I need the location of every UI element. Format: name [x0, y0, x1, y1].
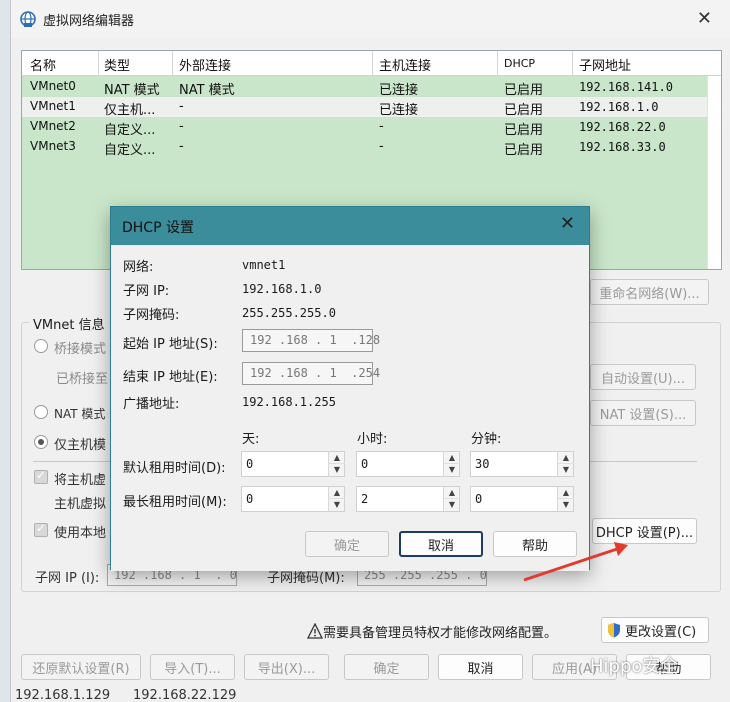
rename-network-button[interactable]: 重命名网络(W)... [590, 279, 709, 305]
default-lease-label: 默认租用时间(D): [123, 461, 226, 476]
dialog-body: 网络: vmnet1 子网 IP: 192.168.1.0 子网掩码: 255.… [111, 245, 589, 571]
minutes-header: 分钟: [471, 432, 502, 447]
col-header-subnet[interactable]: 子网地址 [579, 55, 631, 74]
import-button[interactable]: 导入(T)... [150, 654, 235, 680]
change-settings-button[interactable]: 更改设置(C) [601, 617, 709, 643]
dialog-title-bar: DHCP 设置 ✕ [111, 207, 589, 245]
change-settings-label: 更改设置(C) [625, 624, 697, 640]
subnet-ip-value: 192.168.1.0 [242, 282, 322, 296]
col-header-dhcp[interactable]: DHCP [504, 57, 535, 70]
export-button[interactable]: 导出(X)... [244, 654, 329, 680]
spin-down-icon[interactable]: ▼ [558, 499, 574, 511]
dialog-cancel-button[interactable]: 取消 [399, 531, 483, 557]
use-local-label: 使用本地 [54, 526, 107, 541]
subnet-ip-label: 子网 IP (I): [35, 571, 100, 586]
auto-settings-button[interactable]: 自动设置(U)... [590, 364, 696, 390]
end-ip-label: 结束 IP 地址(E): [123, 370, 218, 385]
window-title: 虚拟网络编辑器 [43, 14, 135, 29]
spin-down-icon[interactable]: ▼ [444, 499, 460, 511]
network-globe-icon [20, 11, 36, 27]
title-bar: 虚拟网络编辑器 ✕ [11, 0, 730, 38]
col-header-type[interactable]: 类型 [104, 55, 130, 74]
spin-up-icon[interactable]: ▲ [444, 487, 460, 499]
subnet-mask-value: 255.255.255.0 [242, 306, 336, 320]
spin-down-icon[interactable]: ▼ [558, 464, 574, 476]
default-minutes-spinner[interactable]: 30 ▲ ▼ [470, 451, 574, 477]
dialog-ok-button[interactable]: 确定 [305, 531, 389, 557]
table-scrollbar[interactable] [707, 76, 721, 269]
bridge-mode-radio[interactable] [34, 339, 48, 353]
bridged-to-label: 已桥接至 [56, 372, 109, 387]
table-row[interactable]: VMnet0 NAT 模式 NAT 模式 已连接 已启用 192.168.141… [22, 77, 708, 98]
hours-header: 小时: [357, 432, 388, 447]
bridge-mode-label: 桥接模式 [54, 342, 107, 357]
use-local-dhcp-checkbox[interactable] [34, 521, 48, 537]
host-only-label: 仅主机模 [54, 438, 107, 453]
vmnet-info-title: VMnet 信息 [29, 314, 109, 333]
spin-down-icon[interactable]: ▼ [444, 464, 460, 476]
col-header-name[interactable]: 名称 [30, 55, 56, 74]
spin-up-icon[interactable]: ▲ [558, 487, 574, 499]
table-row[interactable]: VMnet3 自定义... - - 已启用 192.168.33.0 [22, 137, 708, 158]
bottom-ip-2: 192.168.22.129 [133, 688, 237, 702]
nat-mode-radio[interactable] [34, 405, 48, 419]
max-days-spinner[interactable]: 0 ▲ ▼ [241, 486, 345, 512]
uac-shield-icon [608, 623, 620, 638]
warning-icon [307, 623, 323, 639]
spin-up-icon[interactable]: ▲ [329, 452, 345, 464]
annotation-arrow-icon [523, 542, 628, 582]
default-hours-spinner[interactable]: 0 ▲ ▼ [356, 451, 460, 477]
subnet-mask-label: 子网掩码: [123, 308, 180, 323]
default-days-spinner[interactable]: 0 ▲ ▼ [241, 451, 345, 477]
max-hours-spinner[interactable]: 2 ▲ ▼ [356, 486, 460, 512]
spin-down-icon[interactable]: ▼ [329, 464, 345, 476]
nat-mode-label: NAT 模式 [54, 407, 106, 421]
host-virtual-label: 主机虚拟 [54, 497, 107, 512]
bottom-ip-1: 192.168.1.129 [15, 688, 111, 702]
watermark: Hippo安全 [590, 656, 679, 677]
broadcast-value: 192.168.1.255 [242, 395, 336, 409]
connect-host-adapter-checkbox[interactable] [34, 468, 48, 484]
end-ip-input[interactable]: 192 .168 . 1 .254 [242, 362, 380, 385]
col-header-host[interactable]: 主机连接 [379, 55, 431, 74]
close-icon[interactable]: ✕ [697, 8, 712, 29]
spin-up-icon[interactable]: ▲ [444, 452, 460, 464]
table-row-selected[interactable]: VMnet1 仅主机... - 已连接 已启用 192.168.1.0 [22, 97, 708, 118]
restore-defaults-button[interactable]: 还原默认设置(R) [21, 654, 141, 680]
ok-button[interactable]: 确定 [344, 654, 429, 680]
connect-host-label: 将主机虚 [54, 473, 107, 488]
start-ip-label: 起始 IP 地址(S): [123, 337, 218, 352]
col-header-external[interactable]: 外部连接 [179, 55, 231, 74]
dialog-title: DHCP 设置 [122, 220, 194, 236]
days-header: 天: [242, 432, 260, 447]
subnet-ip-label: 子网 IP: [123, 284, 170, 299]
network-label: 网络: [123, 260, 154, 275]
spin-up-icon[interactable]: ▲ [329, 487, 345, 499]
spin-down-icon[interactable]: ▼ [329, 499, 345, 511]
table-row[interactable]: VMnet2 自定义... - - 已启用 192.168.22.0 [22, 117, 708, 138]
admin-notice: 需要具备管理员特权才能修改网络配置。 [323, 626, 558, 641]
close-icon[interactable]: ✕ [560, 213, 575, 234]
cancel-button[interactable]: 取消 [438, 654, 523, 680]
nat-settings-button[interactable]: NAT 设置(S)... [590, 400, 696, 426]
table-header: 名称 类型 外部连接 主机连接 DHCP 子网地址 [22, 51, 721, 76]
broadcast-label: 广播地址: [123, 397, 180, 412]
spin-up-icon[interactable]: ▲ [558, 452, 574, 464]
network-value: vmnet1 [242, 258, 286, 272]
host-only-radio[interactable] [34, 435, 48, 449]
max-lease-label: 最长租用时间(M): [123, 495, 227, 510]
dhcp-settings-dialog: DHCP 设置 ✕ 网络: vmnet1 子网 IP: 192.168.1.0 … [110, 206, 590, 571]
max-minutes-spinner[interactable]: 0 ▲ ▼ [470, 486, 574, 512]
start-ip-input[interactable]: 192 .168 . 1 .128 [242, 329, 380, 352]
